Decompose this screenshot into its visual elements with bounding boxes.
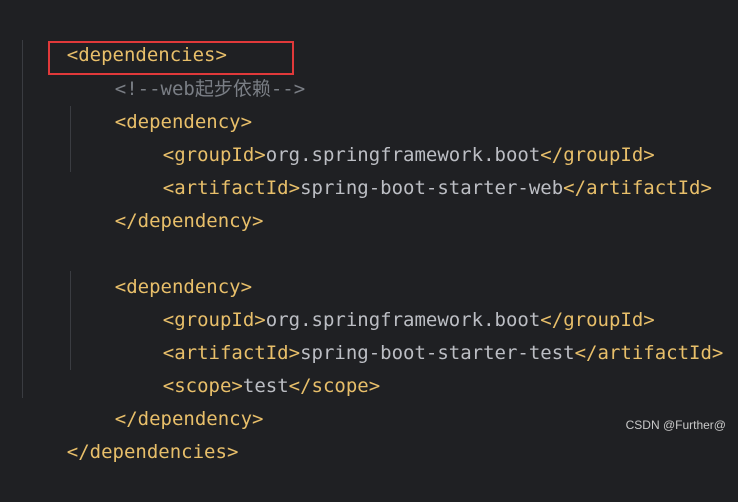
tag-bracket: > <box>252 210 264 232</box>
code-line[interactable]: <artifactId>spring-boot-starter-test</ar… <box>117 304 724 364</box>
tag-bracket: > <box>700 177 712 199</box>
code-line[interactable]: <groupId>org.springframework.boot</group… <box>117 106 655 166</box>
tag-name: artifactId <box>586 177 701 199</box>
code-line[interactable]: </dependencies> <box>21 403 239 463</box>
tag-name: dependency <box>137 210 253 232</box>
code-line[interactable]: <artifactId>spring-boot-starter-web</art… <box>117 139 712 199</box>
tag-bracket: </ <box>114 210 138 232</box>
tag-bracket: > <box>288 177 301 199</box>
tag-bracket: > <box>226 441 239 463</box>
tag-bracket: </ <box>66 441 90 463</box>
tag-bracket: > <box>711 342 724 364</box>
tag-bracket: > <box>252 408 264 430</box>
code-line[interactable]: </dependency> <box>69 370 264 430</box>
code-line[interactable]: <dependency> <box>69 73 252 133</box>
code-line[interactable]: <dependency> <box>69 238 252 298</box>
tag-name: artifactId <box>597 342 712 364</box>
tag-bracket: </ <box>563 177 587 199</box>
code-line[interactable]: <groupId>org.springframework.boot</group… <box>117 271 655 331</box>
tag-name: scope <box>311 375 369 397</box>
tag-bracket: </ <box>574 342 598 364</box>
element-text: spring-boot-starter-web <box>300 177 564 199</box>
code-line[interactable]: <scope>test</scope> <box>117 337 380 397</box>
tag-bracket: </ <box>288 375 312 397</box>
code-line[interactable]: <dependencies> <box>21 6 227 66</box>
tag-name: dependencies <box>89 441 227 463</box>
watermark: CSDN @Further@ <box>625 418 726 432</box>
code-editor[interactable]: <dependencies> <!--web起步依赖--> <dependenc… <box>0 0 738 463</box>
code-line[interactable]: </dependency> <box>69 172 264 232</box>
tag-bracket: > <box>368 375 381 397</box>
annotation-highlight-box <box>48 41 294 75</box>
